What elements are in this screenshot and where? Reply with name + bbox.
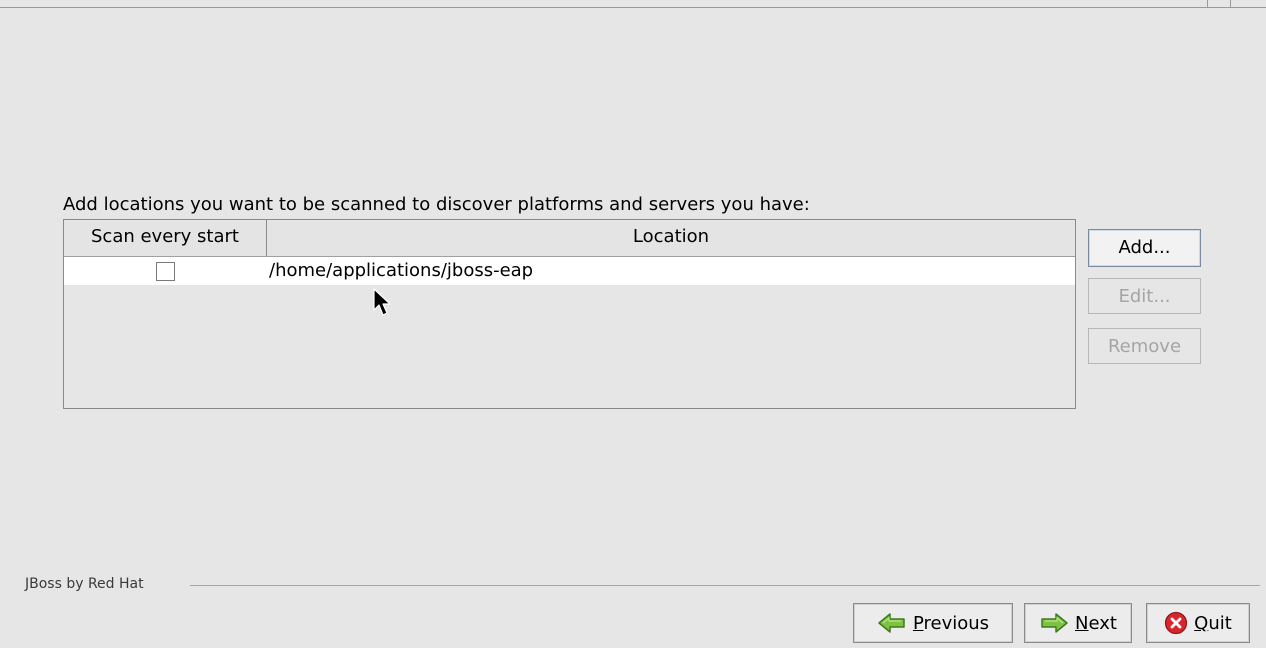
next-button[interactable]: Next xyxy=(1024,603,1132,643)
column-header-location[interactable]: Location xyxy=(267,220,1075,256)
remove-button[interactable]: Remove xyxy=(1088,328,1201,364)
previous-button[interactable]: Previous xyxy=(853,603,1013,643)
previous-label: Previous xyxy=(912,612,990,634)
red-x-circle-icon xyxy=(1164,611,1188,635)
instruction-label: Add locations you want to be scanned to … xyxy=(63,194,810,215)
window-corner xyxy=(1207,0,1266,7)
quit-button[interactable]: Quit xyxy=(1146,603,1250,643)
table-row[interactable]: /home/applications/jboss-eap xyxy=(64,257,1075,285)
window-top-border xyxy=(0,0,1266,8)
green-arrow-right-icon xyxy=(1039,612,1069,634)
locations-table: Scan every start Location /home/applicat… xyxy=(63,219,1076,409)
add-button[interactable]: Add... xyxy=(1088,229,1201,267)
next-label: Next xyxy=(1075,612,1117,634)
footer-separator xyxy=(190,585,1260,586)
mouse-pointer-icon xyxy=(373,288,393,322)
brand-label: JBoss by Red Hat xyxy=(25,576,144,592)
green-arrow-left-icon xyxy=(877,612,907,634)
edit-button[interactable]: Edit... xyxy=(1088,278,1201,314)
scan-every-start-cell xyxy=(64,257,267,285)
table-header: Scan every start Location xyxy=(64,220,1075,257)
scan-every-start-checkbox[interactable] xyxy=(156,261,175,281)
column-header-scan-every-start[interactable]: Scan every start xyxy=(64,220,267,256)
quit-label: Quit xyxy=(1194,612,1232,634)
location-cell[interactable]: /home/applications/jboss-eap xyxy=(267,257,1075,285)
